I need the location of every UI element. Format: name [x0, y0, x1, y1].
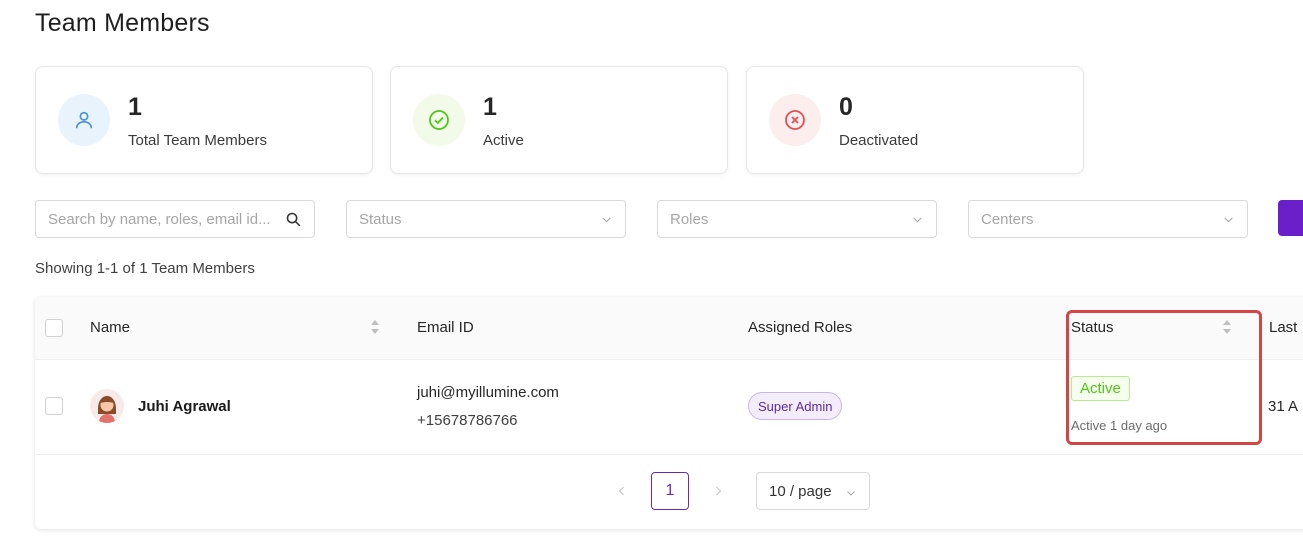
page-title: Team Members	[35, 9, 210, 37]
search-icon[interactable]	[285, 211, 302, 233]
column-header-email: Email ID	[417, 319, 474, 336]
active-label: Active	[483, 132, 524, 149]
table-header: Name Email ID Assigned Roles Status Last	[35, 297, 1303, 360]
roles-select[interactable]: Roles	[657, 200, 937, 238]
prev-page-icon[interactable]	[616, 484, 628, 503]
stat-card-total: 1 Total Team Members	[35, 66, 373, 174]
search-placeholder: Search by name, roles, email id...	[48, 211, 271, 228]
deactivated-count: 0	[839, 93, 853, 121]
total-members-label: Total Team Members	[128, 132, 267, 149]
deactivated-label: Deactivated	[839, 132, 919, 149]
member-name[interactable]: Juhi Agrawal	[138, 398, 231, 415]
roles-placeholder: Roles	[670, 211, 709, 228]
column-header-status[interactable]: Status	[1071, 319, 1114, 336]
status-select[interactable]: Status	[346, 200, 626, 238]
chevron-down-icon	[600, 213, 613, 231]
sort-icon[interactable]	[1222, 319, 1232, 340]
total-members-count: 1	[128, 93, 142, 121]
sort-icon[interactable]	[370, 319, 380, 340]
status-detail: Active 1 day ago	[1071, 418, 1168, 433]
pagination-page-1[interactable]: 1	[651, 472, 689, 510]
role-badge: Super Admin	[748, 392, 843, 420]
status-placeholder: Status	[359, 211, 402, 228]
member-email: juhi@myillumine.com	[417, 384, 559, 401]
table-row: Juhi Agrawal juhi@myillumine.com +156787…	[35, 360, 1303, 455]
column-header-last: Last	[1269, 319, 1298, 336]
stat-card-active: 1 Active	[390, 66, 728, 174]
column-header-roles: Assigned Roles	[748, 319, 853, 336]
check-circle-icon	[413, 94, 465, 146]
centers-select[interactable]: Centers	[968, 200, 1248, 238]
page-size-select[interactable]: 10 / page	[756, 472, 870, 510]
centers-placeholder: Centers	[981, 211, 1034, 228]
chevron-down-icon	[1222, 213, 1235, 231]
close-circle-icon	[769, 94, 821, 146]
status-badge: Active	[1071, 376, 1130, 401]
active-count: 1	[483, 93, 497, 121]
search-input[interactable]: Search by name, roles, email id...	[35, 200, 315, 238]
avatar	[90, 389, 124, 423]
row-checkbox[interactable]	[45, 397, 63, 415]
chevron-down-icon	[911, 213, 924, 231]
next-page-icon[interactable]	[712, 484, 724, 503]
column-header-name[interactable]: Name	[90, 319, 130, 336]
select-all-checkbox[interactable]	[45, 319, 63, 337]
primary-action-button[interactable]	[1278, 200, 1303, 236]
last-active-cell: 31 A	[1268, 398, 1299, 415]
stat-card-deactivated: 0 Deactivated	[746, 66, 1084, 174]
member-phone: +15678786766	[417, 412, 518, 429]
chevron-down-icon	[845, 486, 857, 504]
user-icon	[58, 94, 110, 146]
results-summary: Showing 1-1 of 1 Team Members	[35, 260, 255, 277]
page-size-value: 10 / page	[769, 483, 832, 500]
